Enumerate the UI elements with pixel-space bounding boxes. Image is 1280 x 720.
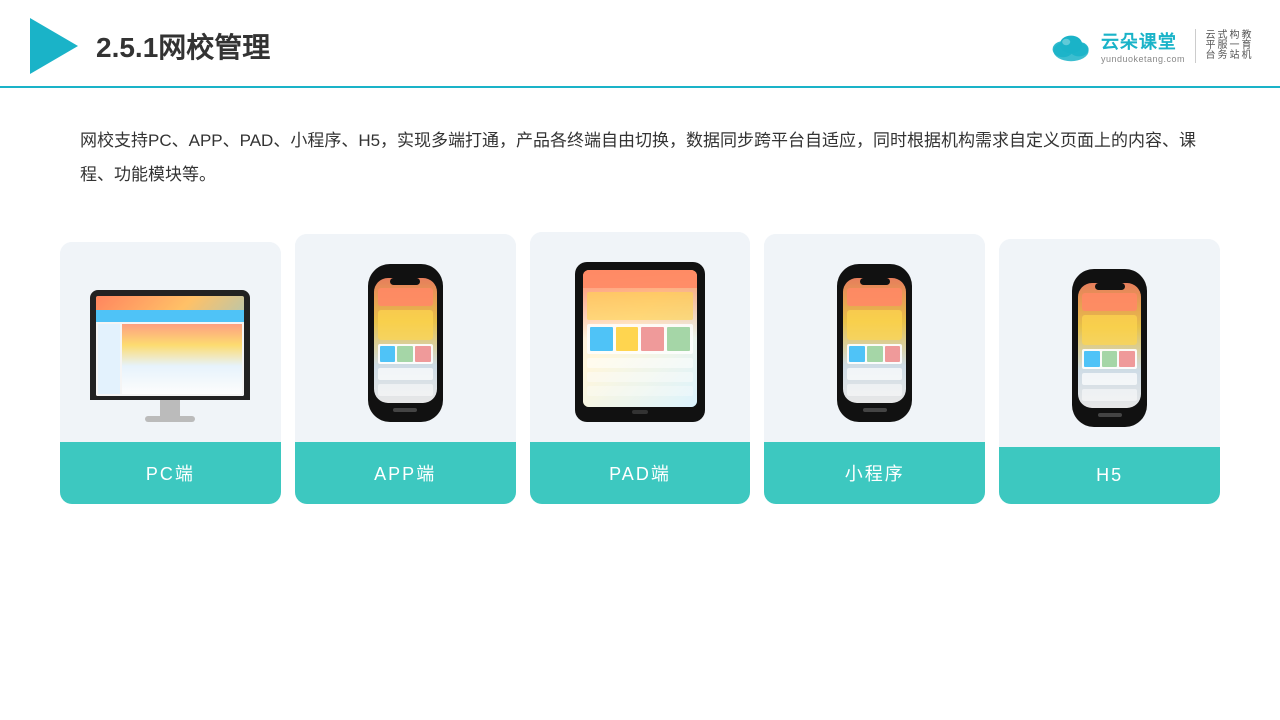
pad-image-area — [530, 232, 751, 442]
header-right: 云朵课堂 yunduoketang.com 教育机构一站式服务云平台 — [1047, 28, 1250, 64]
card-miniprogram: 小程序 — [764, 234, 985, 504]
card-h5-label: H5 — [999, 447, 1220, 504]
cloud-icon — [1047, 28, 1095, 64]
brand-tagline: 教育机构一站式服务云平台 — [1195, 29, 1250, 63]
page-title: 2.5.1网校管理 — [96, 26, 270, 66]
app-image-area — [295, 234, 516, 442]
app-phone-icon — [368, 264, 443, 422]
brand-name: 云朵课堂 — [1101, 28, 1177, 54]
brand-url: yunduoketang.com — [1101, 54, 1185, 64]
card-pad: PAD端 — [530, 232, 751, 504]
miniprogram-image-area — [764, 234, 985, 442]
card-app-label: APP端 — [295, 442, 516, 504]
pc-monitor-icon — [90, 290, 250, 422]
brand-logo: 云朵课堂 yunduoketang.com 教育机构一站式服务云平台 — [1047, 28, 1250, 64]
h5-image-area — [999, 239, 1220, 447]
page-header: 2.5.1网校管理 云朵课堂 yunduoketang.com 教育机构一站式服… — [0, 0, 1280, 88]
tablet-icon — [575, 262, 705, 422]
pc-image-area — [60, 242, 281, 442]
header-left: 2.5.1网校管理 — [30, 18, 270, 74]
device-cards-container: PC端 — [0, 212, 1280, 544]
miniprogram-phone-icon — [837, 264, 912, 422]
description-paragraph: 网校支持PC、APP、PAD、小程序、H5，实现多端打通，产品各终端自由切换，数… — [80, 124, 1200, 192]
card-pad-label: PAD端 — [530, 442, 751, 504]
brand-text-block: 云朵课堂 yunduoketang.com — [1101, 28, 1185, 64]
card-pc-label: PC端 — [60, 442, 281, 504]
card-pc: PC端 — [60, 242, 281, 504]
card-app: APP端 — [295, 234, 516, 504]
card-miniprogram-label: 小程序 — [764, 442, 985, 504]
card-h5: H5 — [999, 239, 1220, 504]
logo-triangle-icon — [30, 18, 78, 74]
description-text: 网校支持PC、APP、PAD、小程序、H5，实现多端打通，产品各终端自由切换，数… — [0, 88, 1280, 212]
h5-phone-icon — [1072, 269, 1147, 427]
